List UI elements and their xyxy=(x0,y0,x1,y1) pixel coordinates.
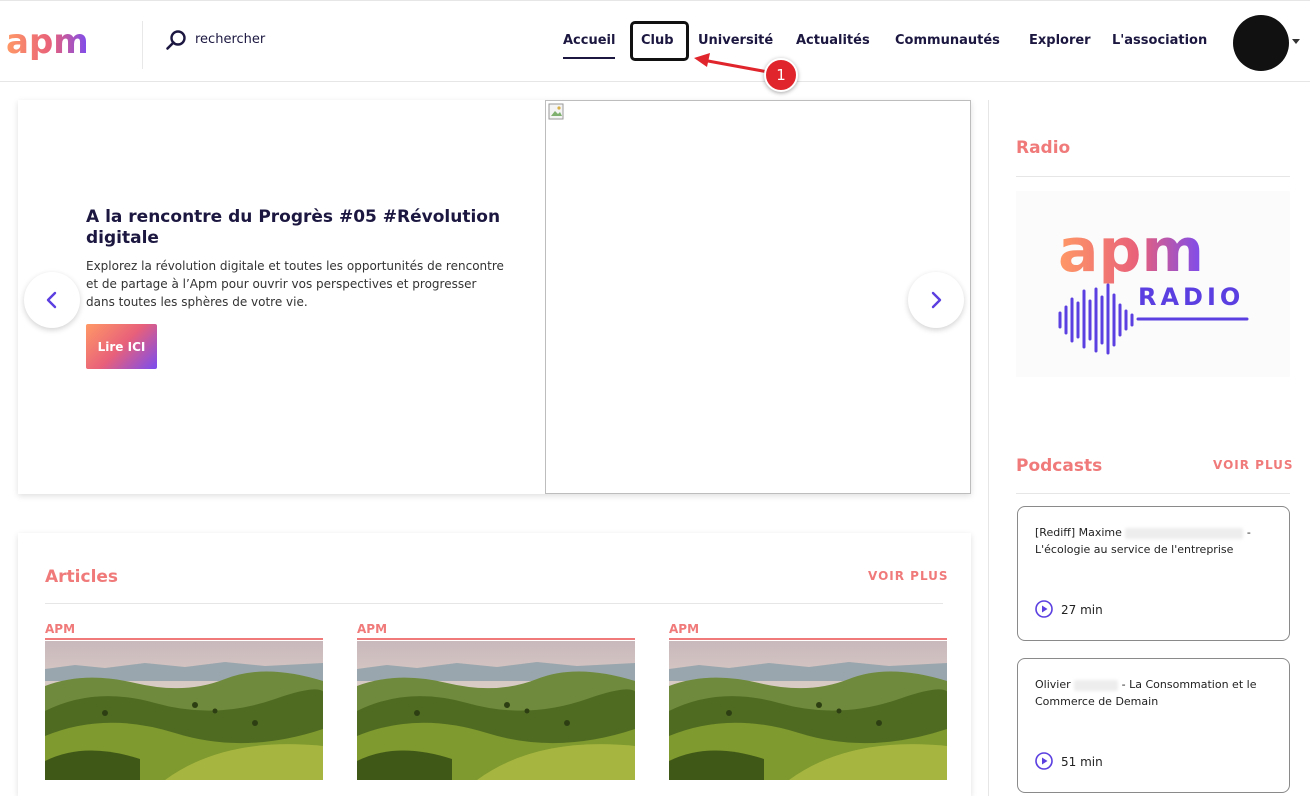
redacted-name xyxy=(1125,527,1244,539)
section-divider xyxy=(1016,176,1290,177)
podcast-duration: 51 min xyxy=(1061,755,1103,769)
header-divider xyxy=(142,21,143,69)
article-card[interactable]: APM xyxy=(669,622,947,796)
podcast-title: [Rediff] Maxime - L'écologie au service … xyxy=(1035,524,1280,558)
club-highlight-box xyxy=(630,21,689,61)
carousel-next-button[interactable] xyxy=(908,272,964,328)
hero-title: A la rencontre du Progrès #05 #Révolutio… xyxy=(86,207,501,248)
article-tag: APM xyxy=(357,622,635,640)
logo-wordmark: apm xyxy=(6,22,89,62)
search-icon[interactable] xyxy=(165,29,187,51)
podcasts-see-more-link[interactable]: VOIR PLUS xyxy=(1213,458,1294,472)
play-icon[interactable] xyxy=(1035,600,1053,618)
soundwave-icon xyxy=(1058,283,1134,355)
podcast-card[interactable]: Olivier - La Consommation et le Commerce… xyxy=(1017,658,1290,793)
podcast-title: Olivier - La Consommation et le Commerce… xyxy=(1035,676,1280,710)
podcast-card[interactable]: [Rediff] Maxime - L'écologie au service … xyxy=(1017,506,1290,641)
apm-radio-logo: apm RADIO xyxy=(1058,216,1249,355)
nav-item-actualites[interactable]: Actualités xyxy=(796,33,870,48)
radio-logo-wordmark: apm xyxy=(1058,216,1204,286)
article-thumbnail xyxy=(45,641,323,780)
chevron-left-icon xyxy=(46,291,57,309)
radio-title: Radio xyxy=(1016,138,1071,158)
section-divider xyxy=(45,603,943,604)
step-number-badge: 1 xyxy=(764,58,798,92)
nav-item-explorer[interactable]: Explorer xyxy=(1029,33,1091,48)
radio-logo[interactable]: apm RADIO xyxy=(1016,191,1290,377)
play-icon[interactable] xyxy=(1035,752,1053,770)
article-tag: APM xyxy=(669,622,947,640)
carousel-prev-button[interactable] xyxy=(24,272,80,328)
articles-title: Articles xyxy=(45,567,119,587)
search-input[interactable] xyxy=(195,27,395,51)
article-tag: APM xyxy=(45,622,323,640)
radio-logo-subtext: RADIO xyxy=(1138,283,1244,311)
hero-text-block: A la rencontre du Progrès #05 #Révolutio… xyxy=(86,207,506,311)
podcasts-title: Podcasts xyxy=(1016,456,1103,476)
broken-image-icon xyxy=(548,103,564,120)
podcast-title-prefix: [Rediff] Maxime xyxy=(1035,526,1122,539)
section-divider xyxy=(1016,493,1290,494)
article-thumbnail xyxy=(669,641,947,780)
articles-see-more-link[interactable]: VOIR PLUS xyxy=(868,569,949,583)
podcast-duration: 27 min xyxy=(1061,603,1103,617)
article-thumbnail xyxy=(357,641,635,780)
article-card[interactable]: APM xyxy=(45,622,323,796)
nav-item-association[interactable]: L'association xyxy=(1112,33,1207,48)
apm-logo[interactable]: apm xyxy=(6,19,112,67)
article-card[interactable]: APM xyxy=(357,622,635,796)
nav-item-accueil[interactable]: Accueil xyxy=(563,33,616,59)
chevron-right-icon xyxy=(931,291,942,309)
column-divider xyxy=(988,100,989,796)
hero-read-button[interactable]: Lire ICI xyxy=(86,324,157,369)
articles-section: Articles VOIR PLUS APM APM APM xyxy=(18,533,971,796)
caret-down-icon[interactable] xyxy=(1292,39,1300,44)
hero-description: Explorez la révolution digitale et toute… xyxy=(86,259,504,309)
redacted-name xyxy=(1074,679,1119,691)
user-avatar[interactable] xyxy=(1233,15,1289,71)
nav-item-communautes[interactable]: Communautés xyxy=(895,33,1000,48)
hero-carousel: A la rencontre du Progrès #05 #Révolutio… xyxy=(18,100,971,494)
podcast-title-prefix: Olivier xyxy=(1035,678,1071,691)
nav-item-universite[interactable]: Université xyxy=(698,33,773,48)
